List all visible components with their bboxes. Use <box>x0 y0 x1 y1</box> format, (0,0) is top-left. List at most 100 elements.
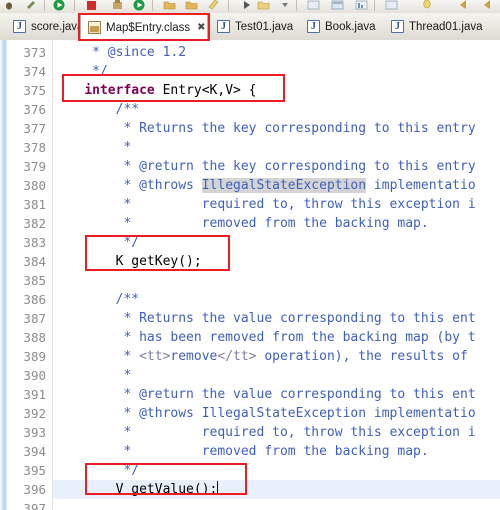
code-line[interactable]: */ <box>53 233 500 252</box>
toolbar-icon-view-1[interactable] <box>306 0 321 11</box>
code-line[interactable]: interface Entry<K,V> { <box>53 81 500 100</box>
editor-tab-test01-java[interactable]: Test01.java <box>210 14 296 39</box>
code-line[interactable]: K getKey(); <box>53 252 500 271</box>
toolbar-separator-1 <box>44 0 45 11</box>
toolbar-icon-dropdown[interactable] <box>278 0 293 11</box>
toolbar-separator-3 <box>152 0 153 11</box>
toolbar-icon-open-perspective[interactable] <box>256 0 271 11</box>
code-line[interactable]: * <box>53 138 500 157</box>
toolbar-icon-back[interactable] <box>456 0 471 11</box>
toolbar-icon-next-annotation[interactable] <box>240 0 255 11</box>
toolbar-icon-run-last[interactable] <box>132 0 147 11</box>
editor-tab-map-entry-class[interactable]: Map$Entry.class ✖ <box>80 14 208 40</box>
java-file-icon <box>217 19 231 34</box>
line-number: 394 <box>23 444 46 459</box>
editor-tab-thread01-java[interactable]: Thread01.java <box>384 14 483 39</box>
toolbar-icon-tip[interactable] <box>420 0 435 11</box>
code-line[interactable]: V getValue(); <box>53 480 500 499</box>
code-token-plain: K getKey(); <box>53 254 202 269</box>
code-token-cmt: */ <box>53 64 108 79</box>
line-number: 378 <box>23 140 46 155</box>
toolbar-icon-search[interactable] <box>206 0 221 11</box>
toolbar-icon-debug[interactable] <box>4 0 19 11</box>
editor-tab-score-java[interactable]: score.java <box>6 14 84 39</box>
line-number: 377 <box>23 121 46 136</box>
code-token-cmt: * @throws <box>53 178 202 193</box>
line-number: 390 <box>23 368 46 383</box>
code-line[interactable]: * @return the key corresponding to this … <box>53 157 500 176</box>
line-number: 386 <box>23 292 46 307</box>
code-line[interactable]: * required to, throw this exception i <box>53 423 500 442</box>
line-number: 384 <box>23 254 46 269</box>
editor-tab-label: Book.java <box>325 20 376 33</box>
toolbar-icon-external-tools[interactable] <box>24 0 39 11</box>
code-line[interactable]: * <tt>remove</tt> operation), the result… <box>53 347 500 366</box>
line-number: 379 <box>23 159 46 174</box>
editor-tab-label: Map$Entry.class <box>106 21 191 34</box>
code-line[interactable]: * has been removed from the backing map … <box>53 328 500 347</box>
editor-tab-label: Thread01.java <box>409 20 483 33</box>
code-line[interactable]: * <box>53 366 500 385</box>
code-token-occ: IllegalStateException <box>201 178 367 193</box>
code-token-cmt: /** <box>53 292 140 307</box>
java-file-icon <box>307 19 321 34</box>
code-line[interactable] <box>53 499 500 510</box>
toolbar-icon-stop[interactable] <box>84 0 99 11</box>
toolbar-icon-view-4[interactable] <box>384 0 399 11</box>
close-icon[interactable]: ✖ <box>197 22 205 33</box>
code-token-cmt: * <box>53 368 132 383</box>
code-token-cmt: */ <box>53 463 140 478</box>
code-token-cmt: */ <box>53 235 140 250</box>
line-number: 397 <box>23 501 46 510</box>
toolbar-icon-view-3[interactable] <box>354 0 369 11</box>
code-token-cmt: * removed from the backing map. <box>53 216 429 231</box>
code-text-area[interactable]: * @since 1.2 */ interface Entry<K,V> { /… <box>53 40 500 510</box>
java-file-icon <box>391 19 405 34</box>
line-number: 385 <box>23 273 46 288</box>
toolbar-separator-5 <box>296 0 297 11</box>
code-line[interactable]: * Returns the value corresponding to thi… <box>53 309 500 328</box>
code-line[interactable]: * @since 1.2 <box>53 43 500 62</box>
code-token-cmt: * <box>53 140 132 155</box>
toolbar-icon-run[interactable] <box>52 0 67 11</box>
java-file-icon-glyph <box>391 19 404 33</box>
code-line[interactable] <box>53 271 500 290</box>
code-token-tag: </tt> <box>217 349 257 364</box>
code-line[interactable]: /** <box>53 290 500 309</box>
code-editor[interactable]: 373 374 375 376 377 378 379 380 381 382 383 384 385 3… <box>0 40 500 510</box>
toolbar-icon-forward[interactable] <box>480 0 495 11</box>
line-number: 374 <box>23 64 46 79</box>
code-line[interactable]: */ <box>53 62 500 81</box>
code-line[interactable]: /** <box>53 100 500 119</box>
code-line[interactable]: * @return the value corresponding to thi… <box>53 385 500 404</box>
code-line[interactable]: * removed from the backing map. <box>53 214 500 233</box>
code-line[interactable]: * Returns the key corresponding to this … <box>53 119 500 138</box>
text-caret <box>217 481 219 495</box>
toolbar-icon-open-type[interactable] <box>184 0 199 11</box>
code-line[interactable]: * required to, throw this exception i <box>53 195 500 214</box>
main-toolbar[interactable] <box>0 0 500 14</box>
code-token-cmt: * required to, throw this exception i <box>53 197 476 212</box>
code-line[interactable]: * removed from the backing map. <box>53 442 500 461</box>
toolbar-icon-open-folder[interactable] <box>162 0 177 11</box>
editor-tab-label: Test01.java <box>235 20 294 33</box>
line-number: 373 <box>23 45 46 60</box>
line-number: 383 <box>23 235 46 250</box>
line-number: 396 <box>23 482 46 497</box>
class-file-icon <box>88 20 102 35</box>
editor-tab-label: score.java <box>31 20 84 33</box>
line-number: 382 <box>23 216 46 231</box>
code-token-cmt: * required to, throw this exception i <box>53 425 476 440</box>
code-line[interactable]: * @throws IllegalStateException implemen… <box>53 404 500 423</box>
toolbar-icon-new-wizard[interactable] <box>110 0 125 11</box>
toolbar-icon-view-2[interactable] <box>330 0 345 11</box>
editor-tab-bar[interactable]: score.java Map$Entry.class ✖ Test01.java Boo… <box>0 13 500 41</box>
code-line[interactable]: */ <box>53 461 500 480</box>
line-number: 393 <box>23 425 46 440</box>
line-number: 376 <box>23 102 46 117</box>
code-token-tag: <tt> <box>139 349 171 364</box>
code-line[interactable]: * @throws IllegalStateException implemen… <box>53 176 500 195</box>
editor-tab-book-java[interactable]: Book.java <box>300 14 380 39</box>
java-file-icon-glyph <box>13 19 26 33</box>
